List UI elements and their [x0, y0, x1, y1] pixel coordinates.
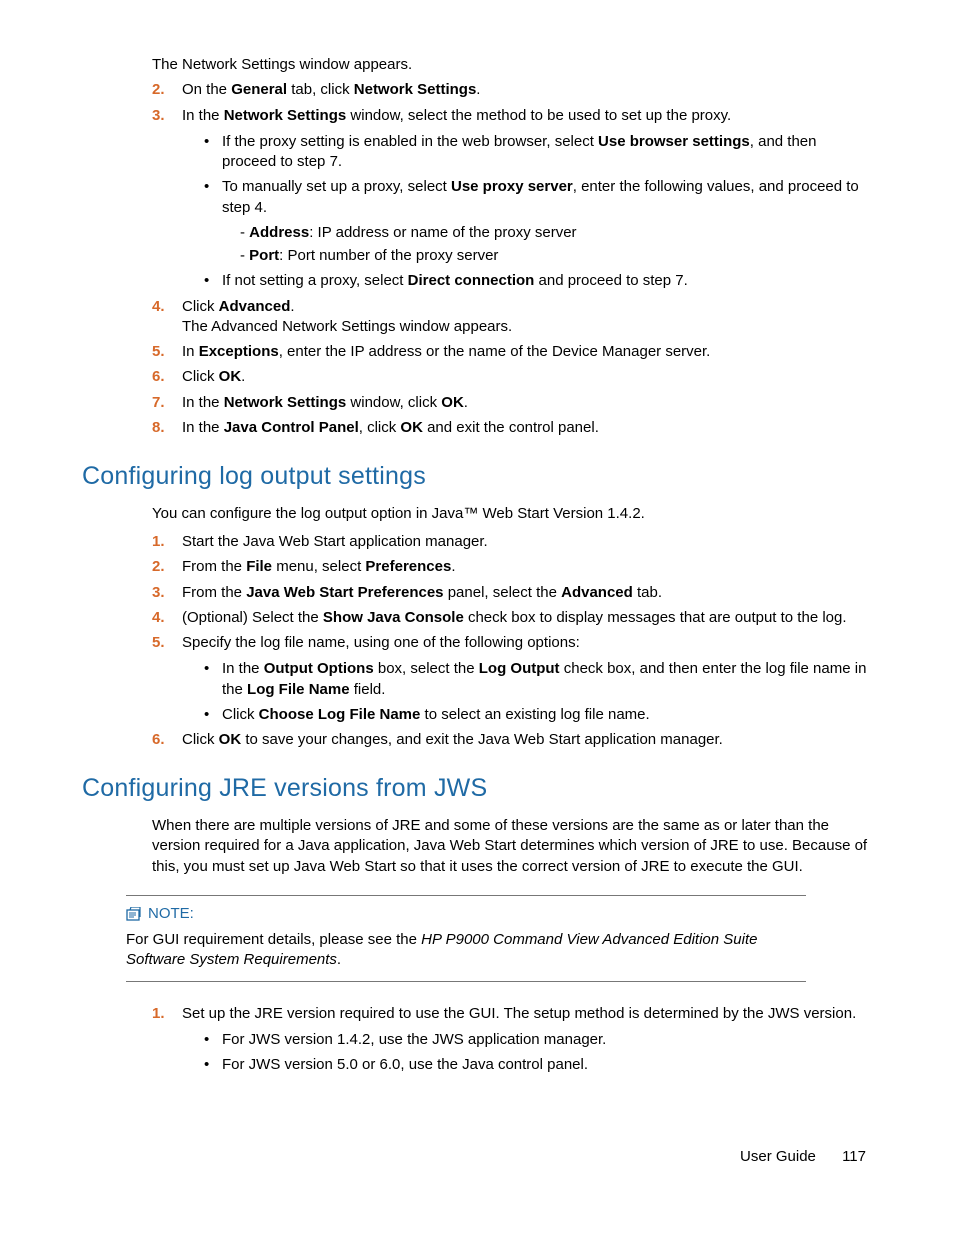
step-continuation: The Network Settings window appears.: [152, 55, 872, 75]
step-number: 1.: [152, 532, 165, 552]
step-number: 6.: [152, 367, 165, 387]
step-text: In the Network Settings window, click OK…: [182, 394, 468, 411]
list-item: The Network Settings window appears.: [152, 55, 872, 75]
list-item: 2. From the File menu, select Preferences…: [152, 557, 872, 577]
step-number: 2.: [152, 557, 165, 577]
bullet-item: For JWS version 1.4.2, use the JWS appli…: [204, 1030, 872, 1050]
paragraph: You can configure the log output option …: [152, 504, 872, 524]
bullet-item: To manually set up a proxy, select Use p…: [204, 177, 872, 266]
page-content: The Network Settings window appears. 2. …: [82, 55, 872, 1080]
footer-label: User Guide: [740, 1148, 816, 1165]
bullet-item: If not setting a proxy, select Direct co…: [204, 271, 872, 291]
step-number: 2.: [152, 80, 165, 100]
paragraph: When there are multiple versions of JRE …: [152, 816, 872, 877]
bullet-list: In the Output Options box, select the Lo…: [204, 659, 872, 725]
step-number: 4.: [152, 608, 165, 628]
step-number: 7.: [152, 393, 165, 413]
step-text: Click OK.: [182, 368, 245, 385]
bullet-item: If the proxy setting is enabled in the w…: [204, 132, 872, 173]
step-text: In the Java Control Panel, click OK and …: [182, 419, 599, 436]
list-item: 1. Start the Java Web Start application m…: [152, 532, 872, 552]
note-label: NOTE:: [148, 904, 194, 924]
sub-item: - Port: Port number of the proxy server: [240, 246, 872, 266]
step-text: Click Advanced.: [182, 298, 295, 315]
list-item: 8. In the Java Control Panel, click OK a…: [152, 418, 872, 438]
list-item: 5. Specify the log file name, using one o…: [152, 633, 872, 725]
list-item: 3. From the Java Web Start Preferences pa…: [152, 583, 872, 603]
list-item: 6. Click OK.: [152, 367, 872, 387]
bullet-item: In the Output Options box, select the Lo…: [204, 659, 872, 700]
note-box: NOTE: For GUI requirement details, pleas…: [126, 889, 806, 992]
page-number: 117: [842, 1148, 866, 1165]
list-item: 2. On the General tab, click Network Set…: [152, 80, 872, 100]
step-after: The Advanced Network Settings window app…: [182, 317, 872, 337]
list-item: 5. In Exceptions, enter the IP address o…: [152, 342, 872, 362]
list-item: 6. Click OK to save your changes, and exi…: [152, 730, 872, 750]
step-text: From the File menu, select Preferences.: [182, 558, 456, 575]
divider: [126, 981, 806, 982]
note-icon: [126, 907, 142, 921]
step-text: Start the Java Web Start application man…: [182, 533, 488, 550]
step-number: 1.: [152, 1004, 165, 1024]
step-text: On the General tab, click Network Settin…: [182, 81, 480, 98]
step-text: In Exceptions, enter the IP address or t…: [182, 343, 710, 360]
step-number: 8.: [152, 418, 165, 438]
page-footer: User Guide 117: [740, 1147, 866, 1167]
bullet-item: Click Choose Log File Name to select an …: [204, 705, 872, 725]
steps-log: 1. Start the Java Web Start application m…: [152, 532, 872, 750]
step-number: 3.: [152, 106, 165, 126]
step-number: 4.: [152, 297, 165, 317]
bullet-item: For JWS version 5.0 or 6.0, use the Java…: [204, 1055, 872, 1075]
step-number: 6.: [152, 730, 165, 750]
steps-section-a: The Network Settings window appears. 2. …: [152, 55, 872, 438]
list-item: 3. In the Network Settings window, selec…: [152, 106, 872, 292]
step-number: 5.: [152, 633, 165, 653]
list-item: 7. In the Network Settings window, click…: [152, 393, 872, 413]
step-text: Specify the log file name, using one of …: [182, 634, 580, 651]
step-number: 3.: [152, 583, 165, 603]
step-number: 5.: [152, 342, 165, 362]
list-item: 4. (Optional) Select the Show Java Consol…: [152, 608, 872, 628]
note-body: For GUI requirement details, please see …: [126, 930, 806, 971]
heading-log-output: Configuring log output settings: [82, 460, 872, 494]
sub-list: - Address: IP address or name of the pro…: [240, 223, 872, 267]
divider: [126, 895, 806, 896]
step-text: Set up the JRE version required to use t…: [182, 1005, 856, 1022]
step-text: In the Network Settings window, select t…: [182, 107, 731, 124]
step-text: From the Java Web Start Preferences pane…: [182, 584, 662, 601]
list-item: 4. Click Advanced. The Advanced Network …: [152, 297, 872, 338]
step-text: Click OK to save your changes, and exit …: [182, 731, 723, 748]
step-text: (Optional) Select the Show Java Console …: [182, 609, 847, 626]
bullet-list: If the proxy setting is enabled in the w…: [204, 132, 872, 292]
bullet-list: For JWS version 1.4.2, use the JWS appli…: [204, 1030, 872, 1076]
steps-jre: 1. Set up the JRE version required to use…: [152, 1004, 872, 1076]
heading-jre-versions: Configuring JRE versions from JWS: [82, 772, 872, 806]
note-heading: NOTE:: [126, 904, 806, 924]
sub-item: - Address: IP address or name of the pro…: [240, 223, 872, 243]
list-item: 1. Set up the JRE version required to use…: [152, 1004, 872, 1076]
